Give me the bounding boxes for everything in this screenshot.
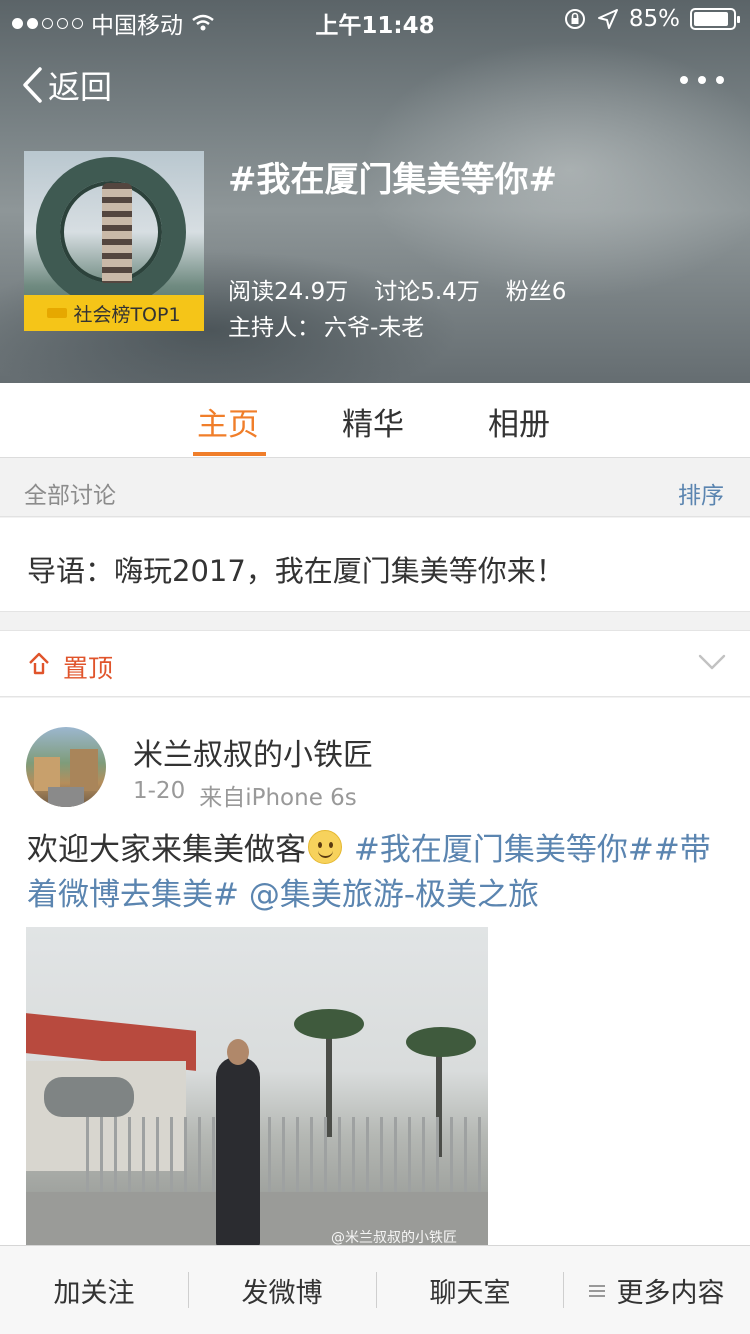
discussion-section-header: 全部讨论 排序 — [0, 459, 750, 517]
chat-room-button[interactable]: 聊天室 — [376, 1246, 564, 1334]
dot — [698, 76, 706, 84]
battery-percent: 85% — [628, 6, 680, 32]
crown-icon — [47, 308, 68, 318]
photo-window — [44, 1077, 134, 1117]
all-discussions-label: 全部讨论 — [24, 483, 116, 509]
tab-album[interactable]: 相册 — [488, 399, 550, 444]
tab-bar: 主页 精华 相册 — [0, 383, 750, 458]
pin-top-icon — [29, 652, 49, 675]
avatar-house — [70, 749, 98, 791]
topic-title: #我在厦门集美等你# — [228, 160, 557, 200]
more-options-icon[interactable] — [680, 76, 724, 84]
dot — [716, 76, 724, 84]
status-bar: 中国移动 上午11:48 85% — [0, 0, 750, 40]
compose-label: 发微博 — [241, 1278, 323, 1309]
status-right: 85% — [563, 6, 740, 32]
tab-home[interactable]: 主页 — [197, 399, 259, 444]
photo-gate — [86, 1117, 488, 1197]
dot — [680, 76, 688, 84]
sort-button[interactable]: 排序 — [678, 476, 724, 510]
menu-icon — [588, 1284, 605, 1297]
avatar-road — [48, 787, 84, 807]
ranking-badge-label: 社会榜TOP1 — [73, 303, 181, 326]
discussion-count: 讨论5.4万 — [374, 279, 480, 305]
host-name[interactable]: 六爷-未老 — [324, 308, 424, 342]
active-tab-indicator — [193, 452, 266, 456]
more-content-button[interactable]: 更多内容 — [563, 1246, 750, 1334]
photo-person-head — [227, 1039, 249, 1065]
back-label: 返回 — [48, 68, 113, 106]
more-label: 更多内容 — [616, 1278, 725, 1309]
cover-tower — [102, 183, 132, 283]
rotation-lock-icon — [564, 9, 585, 29]
topic-header: 中国移动 上午11:48 85% 返回 社会榜TOP1 #我在厦门集美等你# 阅… — [0, 0, 750, 383]
post-text: 欢迎大家来集美做客 #我在厦门集美等你##带着微博去集美# @集美旅游-极美之旅 — [27, 828, 727, 918]
photo-palm-leaves — [294, 1009, 364, 1039]
host-label: 主持人： — [228, 315, 320, 341]
battery-icon — [690, 8, 740, 30]
battery-fill — [694, 12, 728, 26]
chat-label: 聊天室 — [429, 1278, 511, 1309]
avatar-house — [34, 757, 60, 791]
guide-text: 导语：嗨玩2017，我在厦门集美等你来！ — [27, 554, 565, 588]
location-arrow-icon — [597, 9, 618, 29]
hashtag-link[interactable]: #我在厦门集美等你# — [354, 832, 654, 868]
follow-label: 加关注 — [53, 1278, 135, 1309]
back-button[interactable]: 返回 — [20, 62, 112, 108]
post-meta: 1-20 来自iPhone 6s — [133, 778, 357, 812]
read-count: 阅读24.9万 — [228, 279, 349, 305]
chevron-down-icon[interactable] — [698, 653, 726, 671]
compose-post-button[interactable]: 发微博 — [188, 1246, 376, 1334]
battery-tip — [737, 16, 740, 23]
bottom-toolbar: 加关注 发微博 聊天室 更多内容 — [0, 1245, 750, 1334]
topic-guide: 导语：嗨玩2017，我在厦门集美等你来！ — [0, 518, 750, 612]
smile-emoji-icon — [308, 830, 342, 864]
post-photo[interactable]: @米兰叔叔的小铁匠 — [26, 927, 488, 1247]
follow-button[interactable]: 加关注 — [0, 1246, 188, 1334]
post-text-prefix: 欢迎大家来集美做客 — [27, 832, 306, 868]
topic-cover-image[interactable]: 社会榜TOP1 — [24, 151, 204, 331]
pinned-bar[interactable]: 置顶 — [0, 630, 750, 697]
fan-count: 粉丝6 — [505, 279, 567, 305]
mention-link[interactable]: @集美旅游-极美之旅 — [249, 877, 539, 913]
post-date: 1-20 — [133, 778, 186, 804]
post-card: 米兰叔叔的小铁匠 1-20 来自iPhone 6s 欢迎大家来集美做客 #我在厦… — [0, 698, 750, 1334]
tab-featured[interactable]: 精华 — [342, 399, 404, 444]
photo-watermark: @米兰叔叔的小铁匠 — [331, 1230, 457, 1246]
chevron-left-icon — [23, 67, 42, 103]
topic-stats: 阅读24.9万 讨论5.4万 粉丝6 — [228, 272, 566, 306]
nav-bar: 返回 — [0, 56, 750, 112]
photo-person — [216, 1057, 260, 1247]
pinned-label: 置顶 — [63, 654, 114, 683]
ranking-badge: 社会榜TOP1 — [24, 295, 204, 331]
post-source: 来自iPhone 6s — [199, 785, 357, 811]
topic-host: 主持人： 六爷-未老 — [228, 308, 424, 342]
post-username[interactable]: 米兰叔叔的小铁匠 — [133, 730, 373, 774]
avatar[interactable] — [26, 727, 106, 807]
photo-palm-leaves — [406, 1027, 476, 1057]
